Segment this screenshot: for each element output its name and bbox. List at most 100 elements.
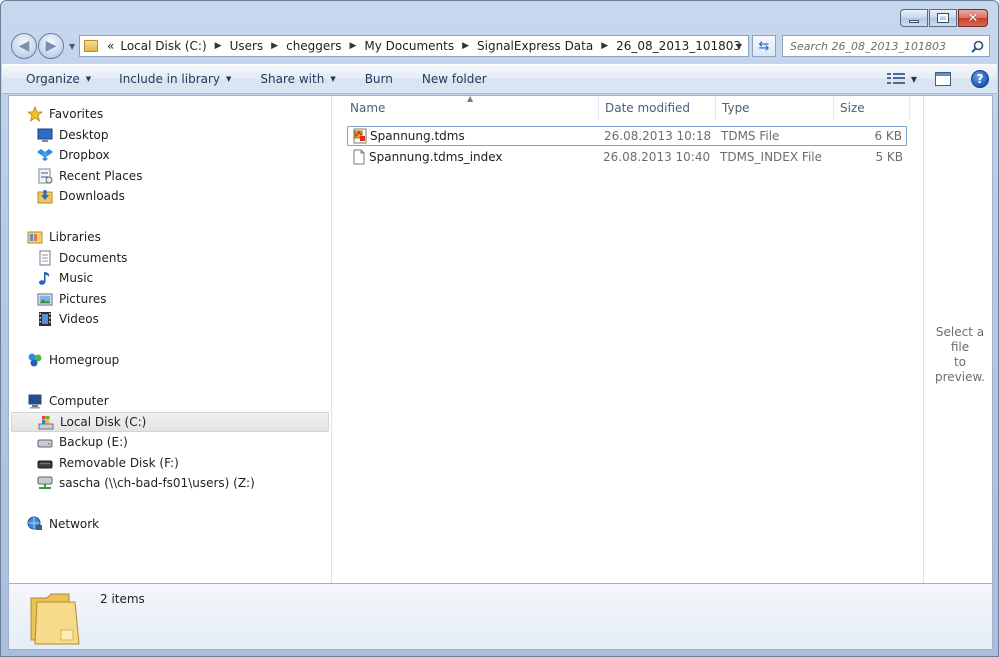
- nav-music[interactable]: Music: [37, 268, 93, 288]
- search-input[interactable]: [790, 39, 962, 53]
- breadcrumb-signalexpress-data[interactable]: SignalExpress Data: [474, 39, 596, 53]
- column-name[interactable]: Name: [344, 96, 599, 120]
- nav-local-disk-c[interactable]: Local Disk (C:): [11, 412, 329, 432]
- folder-icon: [84, 40, 98, 52]
- nav-documents[interactable]: Documents: [37, 248, 127, 268]
- address-dropdown-icon[interactable]: ▼: [730, 36, 748, 56]
- nav-videos[interactable]: Videos: [37, 309, 99, 329]
- nav-dropbox-label: Dropbox: [59, 148, 110, 162]
- breadcrumb-users[interactable]: Users: [227, 39, 267, 53]
- column-date-modified-label: Date modified: [605, 101, 691, 115]
- breadcrumb-local-disk[interactable]: Local Disk (C:): [117, 39, 209, 53]
- nav-computer[interactable]: Computer: [27, 391, 109, 411]
- back-button[interactable]: ◀: [11, 33, 37, 59]
- preview-line-2: to preview.: [934, 355, 985, 384]
- file-date-modified: 26.08.2013 10:18: [604, 129, 712, 143]
- breadcrumb-current-folder[interactable]: 26_08_2013_101803: [613, 39, 744, 53]
- nav-backup-e[interactable]: Backup (E:): [37, 432, 128, 452]
- file-type: TDMS File: [721, 129, 780, 143]
- navigation-pane[interactable]: Favorites Desktop Dropbox Recent Places …: [9, 96, 332, 583]
- nav-network[interactable]: Network: [27, 514, 99, 534]
- column-size[interactable]: Size: [834, 96, 910, 120]
- nav-network-drive-z[interactable]: sascha (\\ch-bad-fs01\users) (Z:): [37, 473, 255, 493]
- forward-arrow-icon: ▶: [45, 38, 57, 54]
- close-button[interactable]: ✕: [958, 9, 988, 27]
- nav-removable-disk-f-label: Removable Disk (F:): [59, 456, 179, 470]
- nav-favorites[interactable]: Favorites: [27, 104, 103, 124]
- view-options-chevron-icon[interactable]: ▼: [911, 75, 917, 84]
- documents-icon: [37, 250, 53, 266]
- hard-drive-icon: [37, 434, 53, 450]
- nav-pictures-label: Pictures: [59, 292, 107, 306]
- search-icon[interactable]: [971, 40, 984, 53]
- include-in-library-menu[interactable]: Include in library ▼: [102, 65, 242, 93]
- nav-removable-disk-f[interactable]: Removable Disk (F:): [37, 453, 179, 473]
- close-icon: ✕: [967, 10, 979, 26]
- column-type[interactable]: Type: [716, 96, 834, 120]
- nav-libraries[interactable]: Libraries: [27, 227, 101, 247]
- nav-desktop-label: Desktop: [59, 128, 109, 142]
- breadcrumb-cheggers[interactable]: cheggers: [283, 39, 344, 53]
- nav-favorites-label: Favorites: [49, 107, 104, 121]
- new-folder-button[interactable]: New folder: [404, 65, 498, 93]
- file-row[interactable]: Spannung.tdms_index 26.08.2013 10:40 TDM…: [347, 147, 907, 167]
- breadcrumb-separator-icon[interactable]: ▶: [210, 41, 227, 51]
- file-row[interactable]: Spannung.tdms 26.08.2013 10:18 TDMS File…: [347, 126, 907, 146]
- nav-desktop[interactable]: Desktop: [37, 125, 109, 145]
- breadcrumb-separator-icon[interactable]: ▶: [266, 41, 283, 51]
- change-view-icon[interactable]: [886, 73, 905, 85]
- nav-downloads[interactable]: Downloads: [37, 186, 125, 206]
- generic-file-icon: [351, 147, 367, 167]
- organize-menu[interactable]: Organize ▼: [2, 65, 102, 93]
- nav-homegroup[interactable]: Homegroup: [27, 350, 119, 370]
- nav-computer-label: Computer: [49, 394, 109, 408]
- column-name-label: Name: [350, 101, 386, 115]
- column-date-modified[interactable]: Date modified: [599, 96, 716, 120]
- nav-documents-label: Documents: [59, 251, 128, 265]
- minimize-icon: [909, 19, 919, 23]
- network-drive-icon: [37, 475, 53, 491]
- breadcrumb-separator-icon[interactable]: ▶: [596, 41, 613, 51]
- breadcrumb-separator-icon[interactable]: ▶: [344, 41, 361, 51]
- help-icon[interactable]: ?: [971, 70, 989, 88]
- nav-pictures[interactable]: Pictures: [37, 289, 107, 309]
- removable-drive-icon: [37, 455, 53, 471]
- nav-local-disk-c-label: Local Disk (C:): [60, 415, 147, 429]
- maximize-icon: [937, 13, 949, 23]
- breadcrumb-separator-icon[interactable]: ▶: [457, 41, 474, 51]
- burn-label: Burn: [364, 72, 393, 86]
- column-type-label: Type: [722, 101, 750, 115]
- include-in-library-label: Include in library: [119, 72, 221, 86]
- nav-homegroup-label: Homegroup: [49, 353, 120, 367]
- music-icon: [37, 270, 53, 286]
- recent-pages-dropdown[interactable]: ▼: [69, 42, 75, 51]
- share-with-menu[interactable]: Share with ▼: [242, 65, 346, 93]
- nav-recent-places[interactable]: Recent Places: [37, 166, 142, 186]
- burn-button[interactable]: Burn: [347, 65, 404, 93]
- item-count: 2 items: [100, 592, 145, 606]
- preview-message: Select a file to preview.: [929, 325, 991, 385]
- new-folder-label: New folder: [421, 72, 487, 86]
- address-bar[interactable]: « Local Disk (C:) ▶ Users ▶ cheggers ▶ M…: [79, 35, 749, 57]
- preview-pane-icon[interactable]: [935, 72, 951, 86]
- main-area: Favorites Desktop Dropbox Recent Places …: [8, 94, 993, 584]
- refresh-icon: ⇆: [758, 38, 770, 54]
- maximize-button[interactable]: [929, 9, 957, 27]
- refresh-button[interactable]: ⇆: [752, 35, 776, 57]
- toolbar-right-group: ▼ ?: [886, 65, 989, 93]
- nav-music-label: Music: [59, 271, 94, 285]
- forward-button[interactable]: ▶: [38, 33, 64, 59]
- computer-icon: [27, 393, 43, 409]
- pictures-icon: [37, 291, 53, 307]
- file-type: TDMS_INDEX File: [720, 150, 822, 164]
- breadcrumb-overflow[interactable]: «: [104, 39, 117, 53]
- column-header: ▲ Name Date modified Type Size: [332, 94, 912, 120]
- nav-dropbox[interactable]: Dropbox: [37, 145, 110, 165]
- nav-network-label: Network: [49, 517, 100, 531]
- star-icon: [27, 106, 43, 122]
- caption-buttons: ✕: [899, 9, 988, 27]
- breadcrumb-my-documents[interactable]: My Documents: [361, 39, 457, 53]
- file-list[interactable]: ▲ Name Date modified Type Size Spannung.…: [332, 94, 923, 583]
- chevron-down-icon: ▼: [85, 75, 92, 83]
- minimize-button[interactable]: [900, 9, 928, 27]
